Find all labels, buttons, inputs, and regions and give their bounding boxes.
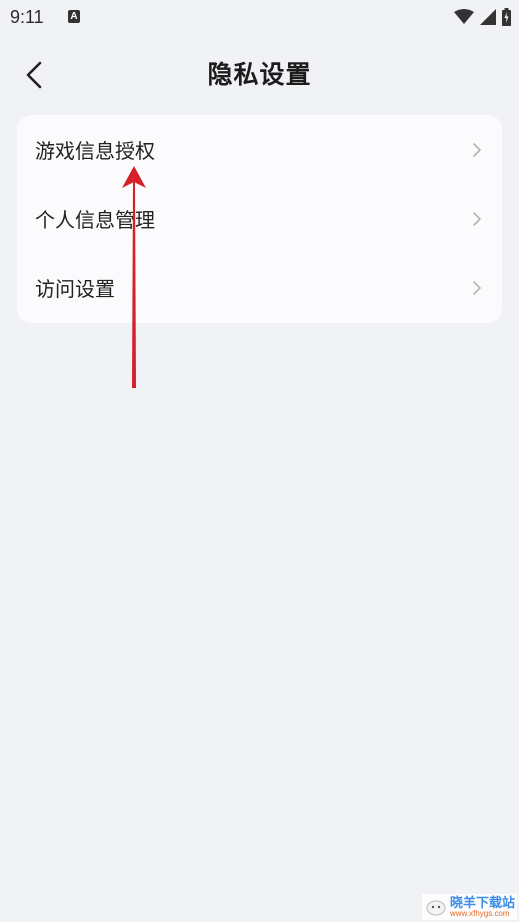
settings-item-game-info-authorization[interactable]: 游戏信息授权 xyxy=(17,115,502,184)
settings-item-access-settings[interactable]: 访问设置 xyxy=(17,253,502,322)
signal-icon xyxy=(480,9,496,25)
battery-icon xyxy=(502,8,511,26)
notification-a-icon: A xyxy=(68,10,80,23)
chevron-right-icon xyxy=(473,280,481,295)
settings-item-label: 游戏信息授权 xyxy=(35,139,155,163)
watermark: 晓羊下载站 www.xfhygs.com xyxy=(422,894,517,920)
watermark-url: www.xfhygs.com xyxy=(450,908,510,918)
settings-card: 游戏信息授权 个人信息管理 访问设置 xyxy=(17,115,502,323)
sheep-logo-icon xyxy=(426,900,446,916)
status-time: 9:11 xyxy=(10,7,44,27)
settings-item-label: 访问设置 xyxy=(35,277,115,301)
status-icons xyxy=(454,7,511,27)
status-bar: 9:11 A xyxy=(0,0,519,34)
wifi-icon xyxy=(454,9,474,24)
settings-item-label: 个人信息管理 xyxy=(35,208,155,232)
settings-item-personal-info-management[interactable]: 个人信息管理 xyxy=(17,184,502,253)
annotation-arrow-icon xyxy=(122,166,146,388)
app-header: 隐私设置 xyxy=(0,48,519,102)
chevron-right-icon xyxy=(473,211,481,226)
watermark-title: 晓羊下载站 xyxy=(450,895,516,911)
chevron-right-icon xyxy=(473,142,481,157)
page-title: 隐私设置 xyxy=(207,60,312,89)
